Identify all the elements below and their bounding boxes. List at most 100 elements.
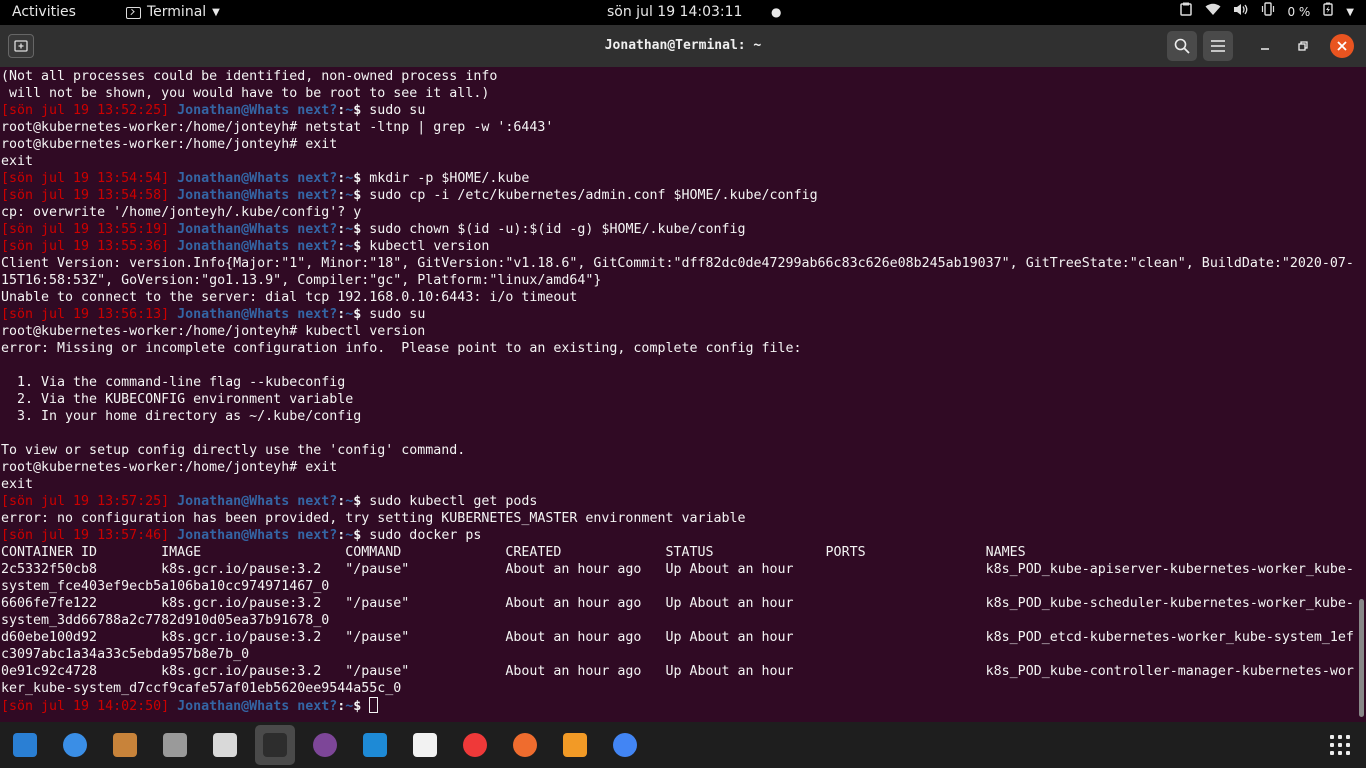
output-line: CONTAINER ID IMAGE COMMAND CREATED STATU… [1, 545, 1026, 560]
output-line: exit [1, 154, 34, 169]
output-line: d60ebe100d92 k8s.gcr.io/pause:3.2 "/paus… [1, 630, 1354, 645]
output-line: 3. In your home directory as ~/.kube/con… [1, 409, 362, 424]
grid-dot [1338, 743, 1342, 747]
tor-browser-icon [313, 733, 337, 757]
prompt-timestamp: [sön jul 19 13:57:46] [1, 528, 178, 543]
prompt-line: [sön jul 19 14:02:50] Jonathan@Whats nex… [1, 697, 1354, 714]
wifi-icon[interactable] [1205, 0, 1221, 25]
dock-item-solitaire[interactable] [405, 725, 445, 765]
command-text: sudo su [369, 307, 426, 322]
notification-dot: ● [771, 5, 782, 19]
minimize-button[interactable] [1250, 31, 1280, 61]
prompt-timestamp: [sön jul 19 14:02:50] [1, 699, 178, 714]
prompt-symbol: $ [353, 188, 370, 203]
battery-icon[interactable] [1322, 0, 1334, 25]
dock-item-sublime-text[interactable] [555, 725, 595, 765]
prompt-symbol: $ [353, 699, 370, 714]
output-line: 1. Via the command-line flag --kubeconfi… [1, 375, 346, 390]
command-text: mkdir -p $HOME/.kube [369, 171, 530, 186]
prompt-timestamp: [sön jul 19 13:55:36] [1, 239, 178, 254]
prompt-symbol: $ [353, 239, 370, 254]
command-text: sudo kubectl get pods [369, 494, 538, 509]
prompt-user: Jonathan@Whats next? [177, 222, 338, 237]
dock-item-vivaldi[interactable] [455, 725, 495, 765]
scrollbar[interactable] [1358, 67, 1366, 722]
volume-icon[interactable] [1233, 0, 1249, 25]
grid-dot [1330, 743, 1334, 747]
close-button[interactable] [1330, 34, 1354, 58]
prompt-symbol: $ [353, 528, 370, 543]
battery-label: 0 % [1287, 5, 1311, 19]
vscode-icon [363, 733, 387, 757]
files-icon [163, 733, 187, 757]
maximize-button[interactable] [1288, 31, 1318, 61]
search-button[interactable] [1167, 31, 1197, 61]
chevron-down-icon[interactable]: ▼ [1346, 0, 1354, 25]
output-line: root@kubernetes-worker:/home/jonteyh# ku… [1, 324, 426, 339]
command-text: sudo chown $(id -u):$(id -g) $HOME/.kube… [369, 222, 746, 237]
terminal-output[interactable]: (Not all processes could be identified, … [0, 67, 1358, 722]
dock-item-help[interactable] [55, 725, 95, 765]
libreoffice-writer-icon [13, 733, 37, 757]
activities-button[interactable]: Activities [12, 0, 76, 25]
prompt-timestamp: [sön jul 19 13:54:58] [1, 188, 178, 203]
solitaire-icon [413, 733, 437, 757]
prompt-user: Jonathan@Whats next? [177, 171, 338, 186]
clipboard-icon[interactable] [1179, 0, 1193, 25]
scrollbar-thumb[interactable] [1359, 599, 1364, 717]
dock-item-terminal[interactable] [255, 725, 295, 765]
dock-item-document-viewer[interactable] [205, 725, 245, 765]
hamburger-menu-button[interactable] [1203, 31, 1233, 61]
system-tray[interactable]: 0 % ▼ [1179, 0, 1354, 25]
dock-item-chrome[interactable] [605, 725, 645, 765]
prompt-user: Jonathan@Whats next? [177, 188, 338, 203]
output-line: system_3dd66788a2c7782d910d05ea37b91678_… [1, 613, 330, 628]
output-line: Unable to connect to the server: dial tc… [1, 290, 578, 305]
prompt-user: Jonathan@Whats next? [177, 103, 338, 118]
hamburger-icon [1211, 40, 1225, 52]
output-line: (Not all processes could be identified, … [1, 69, 498, 84]
output-line: 2c5332f50cb8 k8s.gcr.io/pause:3.2 "/paus… [1, 562, 1354, 577]
prompt-line: [sön jul 19 13:55:19] Jonathan@Whats nex… [1, 221, 1354, 238]
new-tab-button[interactable] [8, 34, 34, 58]
show-applications-button[interactable] [1330, 735, 1352, 757]
dock [0, 722, 1366, 768]
output-line: root@kubernetes-worker:/home/jonteyh# ex… [1, 460, 338, 475]
command-text: sudo su [369, 103, 426, 118]
grid-dot [1330, 751, 1334, 755]
prompt-symbol: $ [353, 171, 370, 186]
prompt-user: Jonathan@Whats next? [177, 699, 338, 714]
output-line: error: Missing or incomplete configurati… [1, 341, 802, 356]
prompt-timestamp: [sön jul 19 13:57:25] [1, 494, 178, 509]
dock-item-vscode[interactable] [355, 725, 395, 765]
dock-item-postman[interactable] [505, 725, 545, 765]
new-tab-icon [14, 40, 28, 52]
restore-icon [1298, 41, 1308, 51]
dock-item-tor-browser[interactable] [305, 725, 345, 765]
grid-dot [1338, 735, 1342, 739]
document-viewer-icon [213, 733, 237, 757]
prompt-line: [sön jul 19 13:54:58] Jonathan@Whats nex… [1, 187, 1354, 204]
clock[interactable]: sön jul 19 14:03:11 [607, 0, 742, 25]
top-bar: Activities Terminal ▼ sön jul 19 14:03:1… [0, 0, 1366, 25]
grid-dot [1330, 735, 1334, 739]
grid-dot [1346, 735, 1350, 739]
output-line: To view or setup config directly use the… [1, 443, 466, 458]
grid-dot [1346, 743, 1350, 747]
window-titlebar[interactable]: Jonathan@Terminal: ~ [0, 25, 1366, 67]
dock-item-books[interactable] [105, 725, 145, 765]
output-line: cp: overwrite '/home/jonteyh/.kube/confi… [1, 205, 362, 220]
prompt-timestamp: [sön jul 19 13:52:25] [1, 103, 178, 118]
terminal-text: (Not all processes could be identified, … [0, 68, 1354, 714]
books-icon [113, 733, 137, 757]
output-line: c3097abc1a34a33c5ebda957b8e7b_0 [1, 647, 250, 662]
vibrate-icon[interactable] [1261, 0, 1275, 25]
output-line: root@kubernetes-worker:/home/jonteyh# ne… [1, 120, 554, 135]
dock-item-files[interactable] [155, 725, 195, 765]
prompt-line: [sön jul 19 13:52:25] Jonathan@Whats nex… [1, 102, 1354, 119]
app-menu[interactable]: Terminal ▼ [126, 0, 220, 25]
dock-item-libreoffice-writer[interactable] [5, 725, 45, 765]
output-line: error: no configuration has been provide… [1, 511, 746, 526]
terminal-icon [263, 733, 287, 757]
